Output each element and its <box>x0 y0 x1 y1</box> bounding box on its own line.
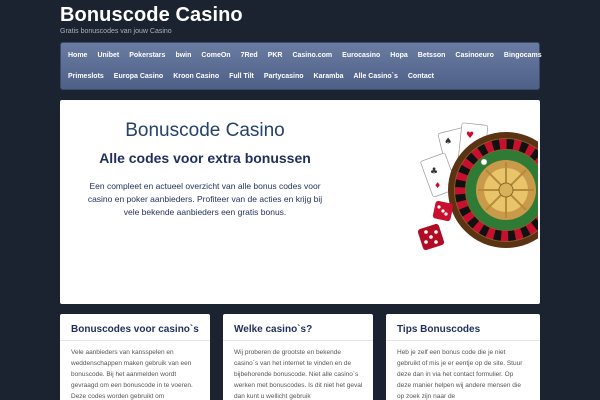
nav-item-pkr[interactable]: PKR <box>263 49 288 62</box>
svg-text:♥: ♥ <box>466 131 474 141</box>
card-text: Heb je zelf een bonus code die je niet g… <box>397 349 523 400</box>
svg-text:♦: ♦ <box>434 181 441 190</box>
card-text: Wij proberen de grootste en bekende casi… <box>234 349 363 400</box>
card-title: Bonuscodes voor casino`s <box>71 324 199 335</box>
svg-text:♣: ♣ <box>430 167 438 177</box>
card-title: Tips Bonuscodes <box>397 324 481 335</box>
nav-item-primeslots[interactable]: Primeslots <box>63 70 109 83</box>
site-title[interactable]: Bonuscode Casino <box>60 4 243 27</box>
main-navigation: Home Unibet Pokerstars bwin ComeOn 7Red … <box>60 42 542 90</box>
hero-panel: Bonuscode Casino Alle codes voor extra b… <box>60 100 540 304</box>
info-card-tips: Tips Bonuscodes Heb je zelf een bonus co… <box>386 314 540 400</box>
nav-item-alle-casinos[interactable]: Alle Casino`s <box>349 70 403 83</box>
hero-title: Bonuscode Casino <box>125 120 285 141</box>
nav-item-7red[interactable]: 7Red <box>236 49 263 62</box>
hero-text: Een compleet en actueel overzicht van al… <box>87 181 323 217</box>
nav-item-bwin[interactable]: bwin <box>170 49 196 62</box>
nav-item-partycasino[interactable]: Partycasino <box>259 70 309 83</box>
nav-row-2: Primeslots Europa Casino Kroon Casino Fu… <box>63 70 439 83</box>
nav-item-bingocams[interactable]: Bingocams <box>499 49 547 62</box>
nav-item-comeon[interactable]: ComeOn <box>196 49 235 62</box>
hero-subtitle: Alle codes voor extra bonussen <box>99 150 311 166</box>
card-title: Welke casino`s? <box>234 324 313 335</box>
nav-item-hopa[interactable]: Hopa <box>385 49 413 62</box>
info-card-bonuscodes: Bonuscodes voor casino`s Vele aanbieders… <box>60 314 210 400</box>
nav-item-home[interactable]: Home <box>63 49 92 62</box>
card-text: Vele aanbieders van kansspelen en wedden… <box>71 349 193 400</box>
nav-row-1: Home Unibet Pokerstars bwin ComeOn 7Red … <box>63 49 547 62</box>
nav-item-casino-com[interactable]: Casino.com <box>287 49 337 62</box>
card-divider <box>386 340 540 341</box>
card-divider <box>223 340 373 341</box>
nav-item-casinoeuro[interactable]: Casinoeuro <box>450 49 499 62</box>
nav-item-kroon-casino[interactable]: Kroon Casino <box>168 70 224 83</box>
nav-item-europa-casino[interactable]: Europa Casino <box>109 70 168 83</box>
roulette-casino-image: ♠ ♥ ♣ ♦ <box>417 122 538 251</box>
site-tagline: Gratis bonuscodes van jouw Casino <box>60 28 172 35</box>
nav-item-eurocasino[interactable]: Eurocasino <box>337 49 385 62</box>
info-card-welke-casinos: Welke casino`s? Wij proberen de grootste… <box>223 314 373 400</box>
nav-item-full-tilt[interactable]: Full Tilt <box>224 70 259 83</box>
nav-item-contact[interactable]: Contact <box>403 70 439 83</box>
card-divider <box>60 340 210 341</box>
nav-item-pokerstars[interactable]: Pokerstars <box>124 49 170 62</box>
nav-item-betsson[interactable]: Betsson <box>413 49 451 62</box>
svg-text:♠: ♠ <box>444 137 452 147</box>
nav-item-unibet[interactable]: Unibet <box>92 49 124 62</box>
nav-item-karamba[interactable]: Karamba <box>309 70 349 83</box>
dice-icon <box>417 200 454 251</box>
